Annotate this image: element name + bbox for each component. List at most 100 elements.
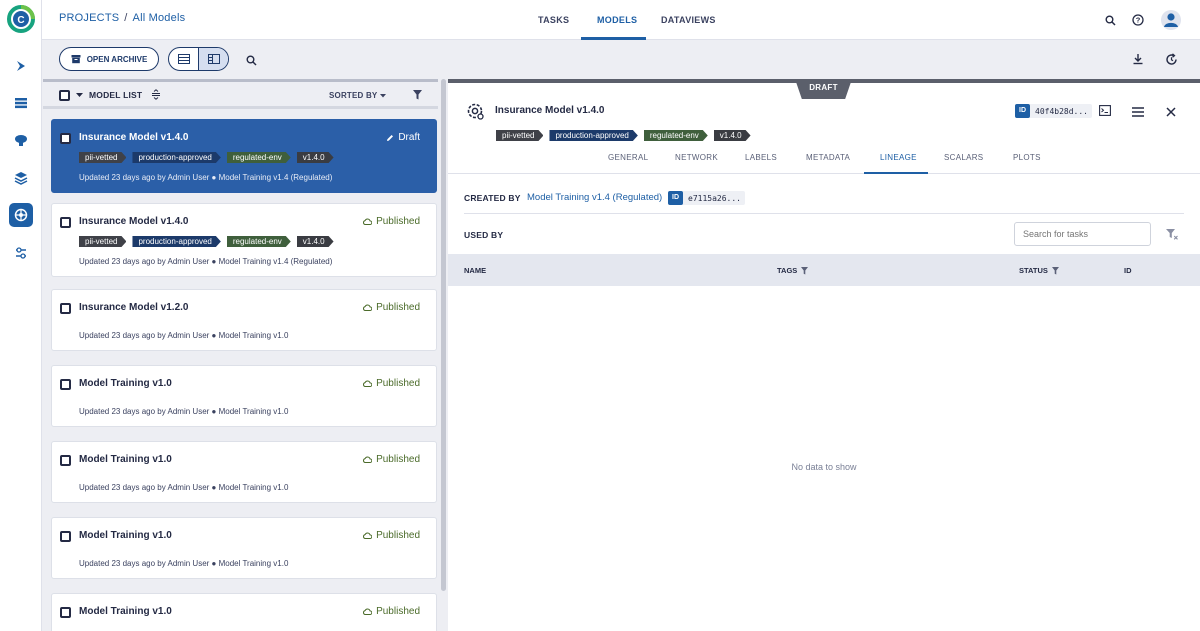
draft-badge: DRAFT — [795, 79, 852, 99]
column-tags[interactable]: TAGS — [777, 266, 809, 275]
tab-scalars[interactable]: SCALARS — [944, 153, 983, 162]
created-by-label: CREATED BY — [464, 193, 521, 203]
select-menu-caret-icon[interactable] — [76, 93, 83, 98]
model-card-meta: Updated 23 days ago by Admin User ● Mode… — [79, 483, 289, 492]
model-card[interactable]: Model Training v1.0 Published Updated 23… — [51, 441, 437, 503]
created-by-id-value: e7115a26... — [688, 193, 741, 203]
model-card[interactable]: Model Training v1.0 Published Updated 23… — [51, 517, 437, 579]
detail-active-tab-indicator — [864, 172, 928, 174]
empty-table-message: No data to show — [791, 462, 857, 472]
model-id-chip[interactable]: ID 40f4b28d... — [1015, 104, 1092, 118]
tab-labels[interactable]: LABELS — [745, 153, 777, 162]
breadcrumb-projects[interactable]: PROJECTS — [59, 12, 119, 24]
datasets-icon[interactable] — [9, 166, 33, 190]
model-card-meta: Updated 23 days ago by Admin User ● Mode… — [79, 257, 333, 266]
list-scrollbar[interactable] — [441, 79, 446, 591]
user-avatar-icon[interactable] — [1160, 9, 1182, 31]
created-by-task-link[interactable]: Model Training v1.4 (Regulated) — [527, 192, 662, 203]
top-bar: PROJECTS / All Models TASKS MODELS DATAVIE… — [42, 0, 1200, 40]
cloud-published-icon — [363, 304, 373, 311]
tag-version: v1.4.0 — [714, 130, 751, 141]
table-view-button[interactable] — [169, 48, 198, 70]
tab-lineage[interactable]: LINEAGE — [880, 153, 917, 162]
model-card[interactable]: Model Training v1.0 Published Updated 23… — [51, 365, 437, 427]
column-filter-icon[interactable] — [1051, 266, 1059, 275]
open-archive-label: OPEN ARCHIVE — [86, 54, 148, 64]
model-card-status-label: Published — [376, 216, 420, 227]
view-mode-toggle — [168, 47, 229, 71]
tag-regulated-env: regulated-env — [227, 236, 291, 247]
workers-icon[interactable] — [9, 241, 33, 265]
tag-regulated-env: regulated-env — [644, 130, 708, 141]
download-icon[interactable] — [1130, 51, 1146, 67]
tab-general[interactable]: GENERAL — [608, 153, 648, 162]
tab-plots[interactable]: PLOTS — [1013, 153, 1041, 162]
column-id-label: ID — [1124, 266, 1132, 275]
tab-tasks[interactable]: TASKS — [538, 15, 569, 25]
select-all-checkbox[interactable] — [59, 90, 70, 101]
list-search-icon[interactable] — [243, 52, 259, 68]
pipelines-icon[interactable] — [9, 128, 33, 152]
details-view-button[interactable] — [198, 48, 228, 70]
model-card-status-label: Published — [376, 454, 420, 465]
model-card-checkbox[interactable] — [60, 133, 71, 144]
column-tags-label: TAGS — [777, 266, 798, 275]
tab-models[interactable]: MODELS — [597, 15, 637, 25]
cloud-published-icon — [363, 218, 373, 225]
model-card[interactable]: Model Training v1.0 Published — [51, 593, 437, 631]
model-card-checkbox[interactable] — [60, 531, 71, 542]
id-label: ID — [668, 191, 683, 205]
model-card-checkbox[interactable] — [60, 379, 71, 390]
tag-pii-vetted: pii-vetted — [79, 152, 126, 163]
model-gear-icon — [466, 102, 484, 123]
column-status[interactable]: STATUS — [1019, 266, 1059, 275]
model-card[interactable]: Insurance Model v1.4.0 Published pii-vet… — [51, 203, 437, 277]
model-card-checkbox[interactable] — [60, 217, 71, 228]
model-card-checkbox[interactable] — [60, 303, 71, 314]
open-archive-button[interactable]: OPEN ARCHIVE — [59, 47, 159, 71]
model-card[interactable]: Insurance Model v1.4.0 Draft pii-vetted … — [51, 119, 437, 193]
model-card-name: Insurance Model v1.4.0 — [79, 216, 189, 227]
tag-production-approved: production-approved — [132, 236, 220, 247]
projects-icon[interactable] — [9, 91, 33, 115]
tab-dataviews[interactable]: DATAVIEWS — [661, 15, 716, 25]
columns-toggle-icon[interactable] — [151, 89, 161, 100]
dashboard-icon[interactable] — [9, 54, 33, 78]
breadcrumb-current[interactable]: All Models — [133, 12, 186, 24]
model-card-name: Model Training v1.0 — [79, 378, 172, 389]
model-card-checkbox[interactable] — [60, 455, 71, 466]
models-icon[interactable] — [9, 203, 33, 227]
model-id-value: 40f4b28d... — [1035, 106, 1088, 116]
model-card-name: Insurance Model v1.4.0 — [79, 132, 189, 143]
close-icon[interactable] — [1166, 106, 1176, 120]
left-rail: C — [0, 0, 42, 631]
model-card[interactable]: Insurance Model v1.2.0 Published Updated… — [51, 289, 437, 351]
model-detail-tags: pii-vetted production-approved regulated… — [496, 130, 751, 141]
filter-icon[interactable] — [413, 90, 422, 100]
column-name[interactable]: NAME — [464, 266, 486, 275]
tab-network[interactable]: NETWORK — [675, 153, 718, 162]
pencil-icon — [387, 134, 394, 141]
model-card-checkbox[interactable] — [60, 607, 71, 618]
app-logo-icon[interactable]: C — [7, 5, 35, 33]
created-by-id-chip[interactable]: ID e7115a26... — [668, 191, 745, 205]
tab-metadata[interactable]: METADATA — [806, 153, 850, 162]
auto-refresh-icon[interactable] — [1163, 51, 1179, 67]
sorted-by-dropdown[interactable]: SORTED BY — [329, 91, 377, 100]
console-icon[interactable] — [1099, 105, 1111, 119]
search-icon[interactable] — [1102, 12, 1118, 28]
column-id[interactable]: ID — [1124, 266, 1132, 275]
column-status-label: STATUS — [1019, 266, 1048, 275]
column-filter-icon[interactable] — [801, 266, 809, 275]
sort-caret-icon[interactable] — [380, 94, 386, 98]
menu-icon[interactable] — [1132, 106, 1144, 120]
search-tasks-input[interactable] — [1014, 222, 1151, 246]
id-label: ID — [1015, 104, 1030, 118]
archive-icon — [71, 55, 81, 64]
breadcrumb-separator: / — [124, 12, 128, 24]
cloud-published-icon — [363, 380, 373, 387]
clear-filter-icon[interactable] — [1166, 228, 1178, 243]
active-tab-indicator — [581, 37, 646, 40]
model-card-status-label: Published — [376, 606, 420, 617]
help-icon[interactable]: ? — [1130, 12, 1146, 28]
